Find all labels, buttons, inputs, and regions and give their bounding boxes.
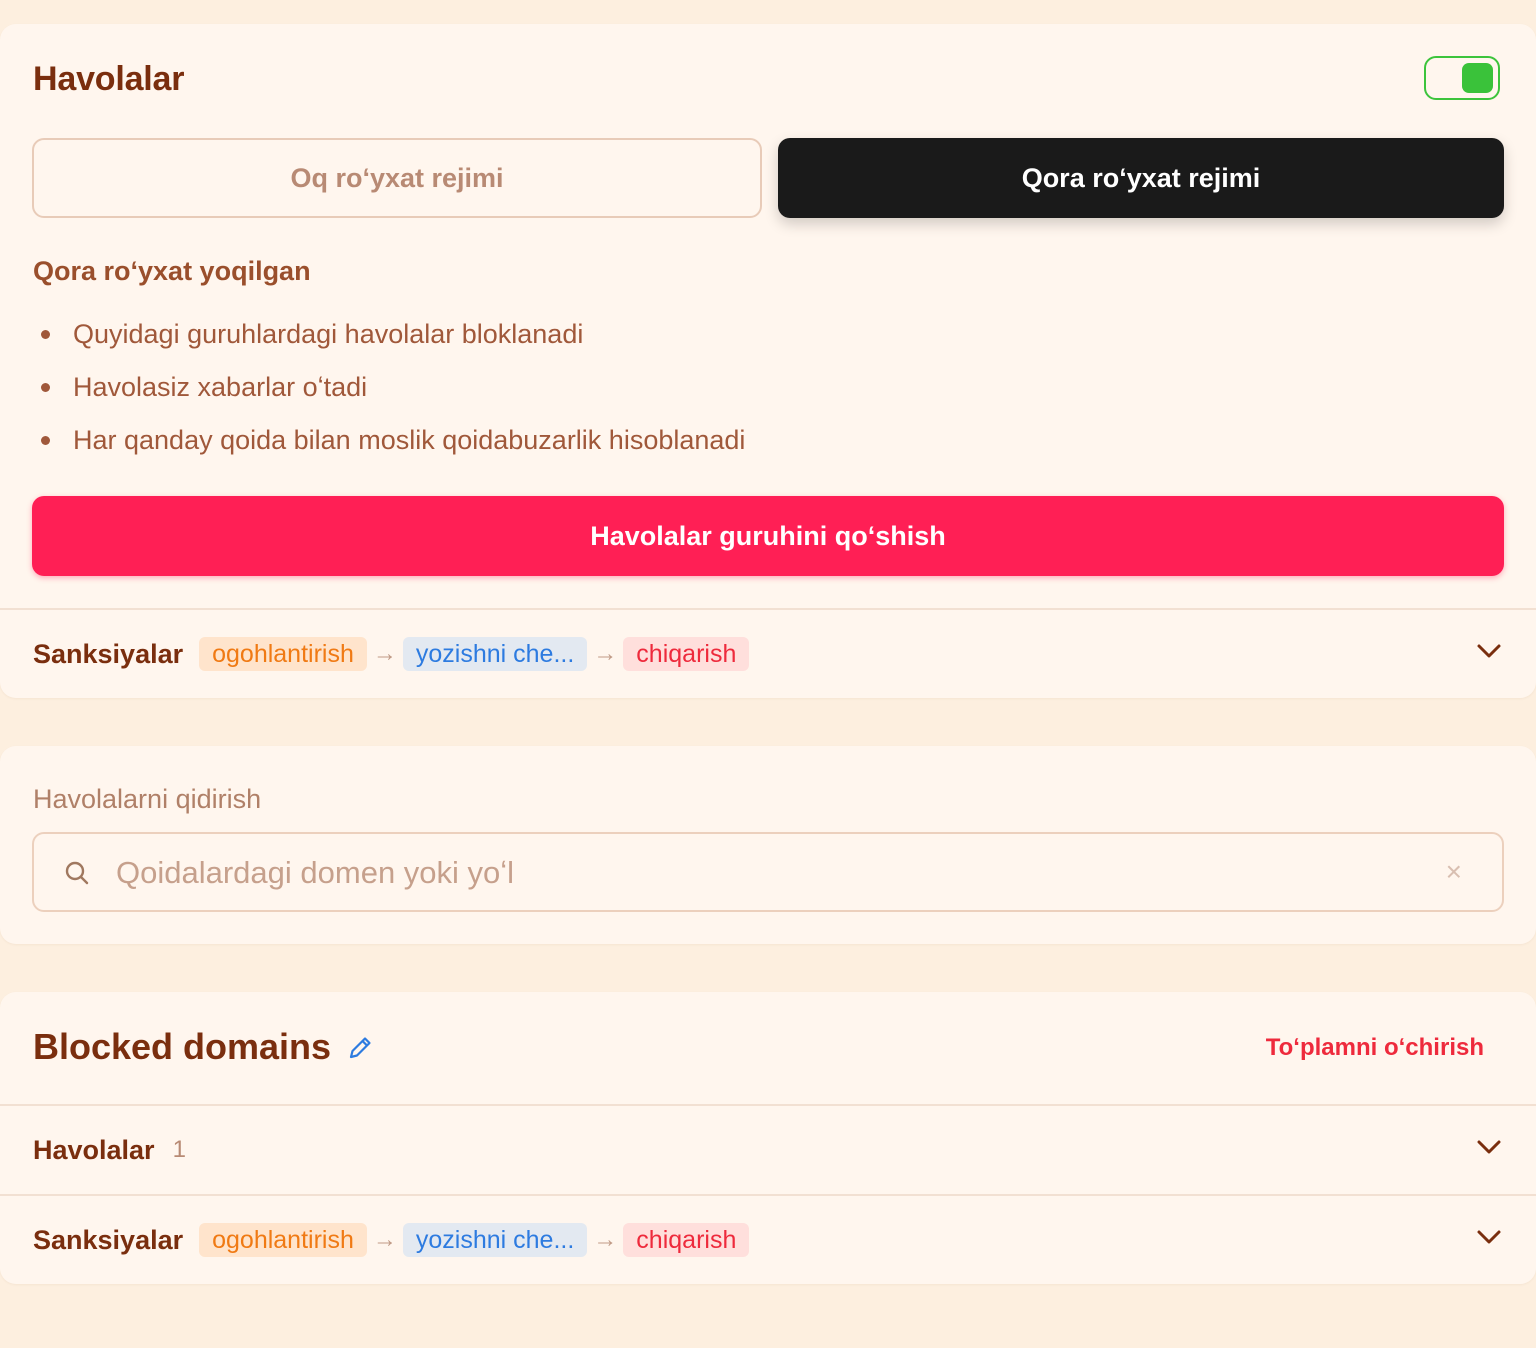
search-card: Havolalarni qidirish × bbox=[0, 746, 1536, 944]
sanctions-label: Sanksiyalar bbox=[33, 1224, 184, 1255]
arrow-right-icon: → bbox=[372, 1226, 397, 1253]
pencil-icon[interactable] bbox=[346, 1034, 374, 1062]
links-row-label: Havolalar bbox=[33, 1134, 155, 1165]
sanction-chip-kick: chiqarish bbox=[623, 1223, 750, 1257]
rule-set-card: Blocked domains Toʻplamni oʻchirish Havo… bbox=[0, 992, 1536, 1284]
list-item: Quyidagi guruhlardagi havolalar bloklana… bbox=[33, 314, 745, 367]
chevron-down-icon[interactable] bbox=[1476, 642, 1502, 660]
sanction-chip-mute: yozishni che... bbox=[402, 1223, 588, 1257]
sanction-chip-warn: ogohlantirish bbox=[199, 1223, 367, 1257]
links-count: 1 bbox=[172, 1136, 186, 1163]
clear-icon[interactable]: × bbox=[1446, 856, 1462, 888]
search-input[interactable] bbox=[114, 848, 1418, 898]
chevron-down-icon[interactable] bbox=[1476, 1228, 1502, 1246]
add-link-group-button[interactable]: Havolalar guruhini qoʻshish bbox=[32, 496, 1504, 576]
search-box[interactable]: × bbox=[32, 832, 1504, 912]
arrow-right-icon: → bbox=[593, 1226, 618, 1253]
toggle-knob bbox=[1462, 63, 1493, 93]
chevron-down-icon[interactable] bbox=[1476, 1138, 1502, 1156]
arrow-right-icon: → bbox=[593, 640, 618, 667]
delete-set-button[interactable]: Toʻplamni oʻchirish bbox=[1266, 1034, 1484, 1062]
list-item: Har qanday qoida bilan moslik qoidabuzar… bbox=[33, 420, 745, 473]
whitelist-mode-button[interactable]: Oq roʻyxat rejimi bbox=[32, 138, 762, 218]
arrow-right-icon: → bbox=[372, 640, 397, 667]
links-title: Havolalar bbox=[33, 60, 185, 98]
links-card: Havolalar Oq roʻyxat rejimi Qora roʻyxat… bbox=[0, 24, 1536, 698]
sanctions-label: Sanksiyalar bbox=[33, 638, 184, 669]
sanctions-row[interactable]: Sanksiyalar ogohlantirish → yozishni che… bbox=[0, 1196, 1536, 1284]
sanction-chip-mute: yozishni che... bbox=[402, 637, 588, 671]
mode-description-list: Quyidagi guruhlardagi havolalar bloklana… bbox=[33, 314, 745, 473]
list-item: Havolasiz xabarlar oʻtadi bbox=[33, 367, 745, 420]
bullet-dot-icon bbox=[41, 383, 50, 392]
search-label: Havolalarni qidirish bbox=[33, 784, 262, 814]
search-icon bbox=[65, 861, 89, 885]
sanction-chip-warn: ogohlantirish bbox=[199, 637, 367, 671]
bullet-dot-icon bbox=[41, 436, 50, 445]
bullet-dot-icon bbox=[41, 330, 50, 339]
rule-set-title: Blocked domains bbox=[33, 1026, 332, 1067]
sanction-chip-kick: chiqarish bbox=[623, 637, 750, 671]
links-enabled-toggle[interactable] bbox=[1424, 56, 1500, 100]
blacklist-mode-button[interactable]: Qora roʻyxat rejimi bbox=[778, 138, 1504, 218]
links-row[interactable]: Havolalar 1 bbox=[0, 1106, 1536, 1194]
mode-status-heading: Qora roʻyxat yoqilgan bbox=[33, 256, 311, 286]
sanctions-row[interactable]: Sanksiyalar ogohlantirish → yozishni che… bbox=[0, 610, 1536, 698]
